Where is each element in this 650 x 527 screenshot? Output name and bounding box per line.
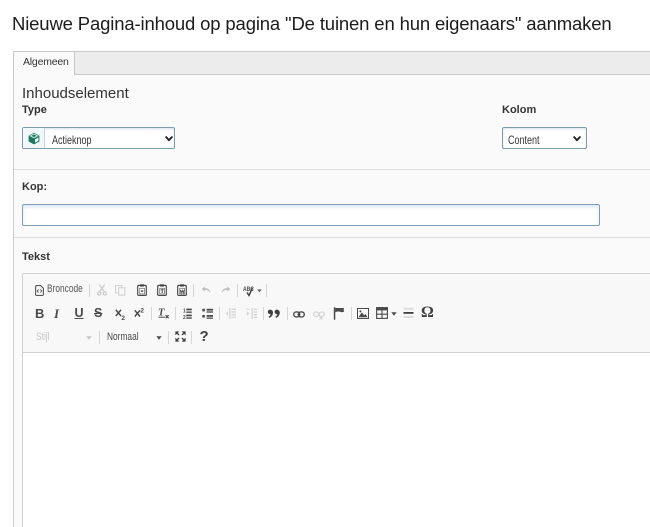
svg-text:2: 2 <box>121 315 125 320</box>
svg-text:1: 1 <box>183 309 186 315</box>
svg-text:2: 2 <box>183 315 186 319</box>
svg-text:2: 2 <box>140 308 144 315</box>
svg-text:ABC: ABC <box>243 287 255 294</box>
